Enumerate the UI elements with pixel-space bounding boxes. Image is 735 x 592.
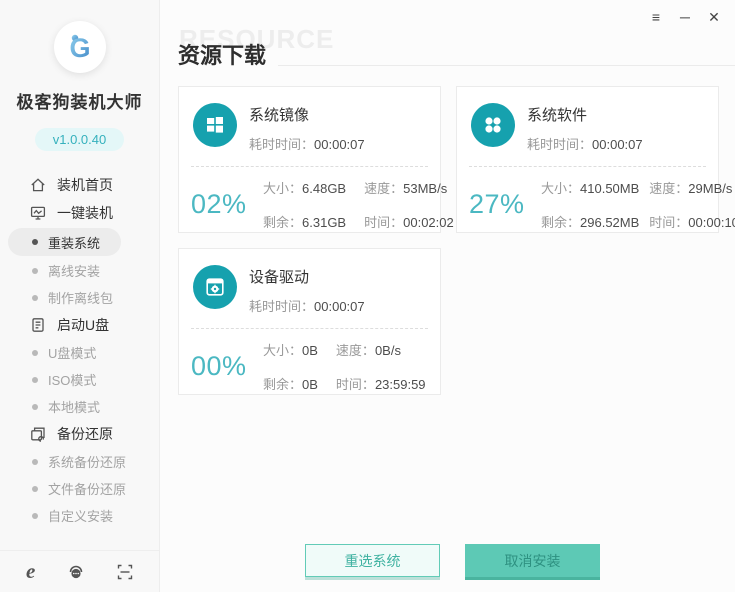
window-controls: ≡ ─ ✕ — [648, 9, 722, 25]
sidebar-item-label: 装机首页 — [57, 177, 113, 193]
app-clover-icon — [471, 103, 515, 147]
svg-text:G: G — [69, 33, 90, 63]
menu-icon[interactable]: ≡ — [648, 9, 664, 25]
bullet-icon — [32, 485, 38, 492]
sidebar-nav: 装机首页 一键装机 重装系统 离线安装 制作离线包 启动U盘 U盘模式 ISO模… — [0, 171, 159, 529]
close-icon[interactable]: ✕ — [706, 9, 722, 25]
sidebar-item-make-offline-pack[interactable]: 制作离线包 — [0, 284, 159, 311]
sidebar-item-local-mode[interactable]: 本地模式 — [0, 393, 159, 420]
app-window: G 极客狗装机大师 v1.0.0.40 装机首页 一键装机 重装系统 离线安装 … — [0, 0, 735, 592]
scan-icon[interactable] — [117, 564, 133, 580]
reselect-system-button[interactable]: 重选系统 — [305, 544, 440, 577]
bullet-icon — [32, 349, 38, 356]
sidebar-item-label: ISO模式 — [48, 373, 97, 388]
sidebar-item-reinstall-system[interactable]: 重装系统 — [8, 228, 121, 256]
bullet-icon — [32, 512, 38, 519]
sidebar-item-label: 制作离线包 — [48, 291, 114, 306]
driver-box-icon — [193, 265, 237, 309]
card-system-software: 系统软件 耗时时间：00:00:07 27% 大小：410.50MB 速度：29… — [456, 86, 735, 233]
sidebar-item-label: 一键装机 — [57, 205, 113, 221]
sidebar-item-backup-restore[interactable]: 备份还原 — [0, 420, 159, 448]
sidebar-item-label: 备份还原 — [57, 426, 113, 442]
sidebar-item-label: 离线安装 — [48, 264, 101, 279]
bullet-icon — [32, 458, 38, 465]
sidebar-item-label: 文件备份还原 — [48, 482, 127, 497]
page-title: 资源下载 — [178, 43, 267, 68]
app-logo: G — [53, 21, 106, 73]
elapsed-time: 耗时时间：00:00:07 — [249, 299, 365, 314]
card-system-image: 系统镜像 耗时时间：00:00:07 02% 大小：6.48GB 速度：53MB… — [178, 86, 454, 233]
download-stats: 大小：6.48GB 速度：53MB/s 剩余：6.31GB 时间：00:02:0… — [263, 181, 454, 230]
card-title: 系统软件 — [527, 107, 588, 124]
boot-disk-icon — [32, 318, 44, 332]
card-title: 设备驱动 — [249, 269, 310, 286]
ie-browser-icon[interactable]: e — [26, 561, 35, 582]
sidebar-item-boot-usb[interactable]: 启动U盘 — [0, 311, 159, 339]
progress-percent: 02% — [191, 189, 247, 219]
elapsed-time: 耗时时间：00:00:07 — [527, 137, 643, 152]
download-stats: 大小：410.50MB 速度：29MB/s 剩余：296.52MB 时间：00:… — [541, 181, 735, 230]
backup-restore-icon — [31, 427, 45, 442]
sidebar-item-home[interactable]: 装机首页 — [0, 171, 159, 199]
card-title: 系统镜像 — [249, 107, 310, 124]
sidebar-item-label: 启动U盘 — [57, 317, 110, 333]
sidebar-footer: e — [0, 550, 159, 592]
bullet-icon — [32, 267, 38, 274]
main-panel: ≡ ─ ✕ RESOURCE 资源下载 系统镜像 耗时时间：00:00:07 0… — [160, 0, 735, 592]
bullet-icon — [32, 294, 38, 301]
bullet-icon — [32, 376, 38, 383]
version-badge: v1.0.0.40 — [34, 128, 125, 151]
sidebar-item-usb-mode[interactable]: U盘模式 — [0, 339, 159, 366]
sidebar-item-custom-install[interactable]: 自定义安装 — [0, 502, 159, 529]
bullet-icon — [32, 403, 38, 410]
download-cards: 系统镜像 耗时时间：00:00:07 02% 大小：6.48GB 速度：53MB… — [178, 86, 735, 395]
sidebar: G 极客狗装机大师 v1.0.0.40 装机首页 一键装机 重装系统 离线安装 … — [0, 0, 160, 592]
sidebar-item-label: U盘模式 — [48, 346, 97, 361]
download-stats: 大小：0B 速度：0B/s 剩余：0B 时间：23:59:59 — [263, 343, 426, 392]
page-header: RESOURCE 资源下载 — [178, 24, 735, 70]
sidebar-item-label: 本地模式 — [48, 400, 101, 415]
sidebar-item-onekey-install[interactable]: 一键装机 — [0, 199, 159, 227]
sidebar-item-offline-install[interactable]: 离线安装 — [0, 257, 159, 284]
dog-g-logo-icon: G — [69, 33, 90, 63]
cancel-install-button[interactable]: 取消安装 — [465, 544, 600, 577]
customer-service-icon[interactable] — [67, 563, 85, 581]
progress-percent: 27% — [469, 189, 525, 219]
minimize-icon[interactable]: ─ — [677, 9, 693, 25]
card-device-driver: 设备驱动 耗时时间：00:00:07 00% 大小：0B 速度：0B/s 剩余：… — [178, 248, 441, 395]
bullet-icon — [32, 239, 38, 245]
sidebar-item-label: 系统备份还原 — [48, 455, 127, 470]
sidebar-item-label: 重装系统 — [48, 235, 101, 251]
header-divider — [278, 65, 735, 66]
sidebar-item-file-backup-restore[interactable]: 文件备份还原 — [0, 475, 159, 502]
sidebar-item-iso-mode[interactable]: ISO模式 — [0, 366, 159, 393]
progress-percent: 00% — [191, 351, 247, 381]
elapsed-time: 耗时时间：00:00:07 — [249, 137, 365, 152]
app-title: 极客狗装机大师 — [16, 93, 143, 112]
sidebar-item-label: 自定义安装 — [48, 509, 114, 524]
home-icon — [31, 178, 45, 192]
windows-grid-icon — [193, 103, 237, 147]
monitor-chart-icon — [30, 206, 46, 220]
sidebar-item-system-backup-restore[interactable]: 系统备份还原 — [0, 448, 159, 475]
